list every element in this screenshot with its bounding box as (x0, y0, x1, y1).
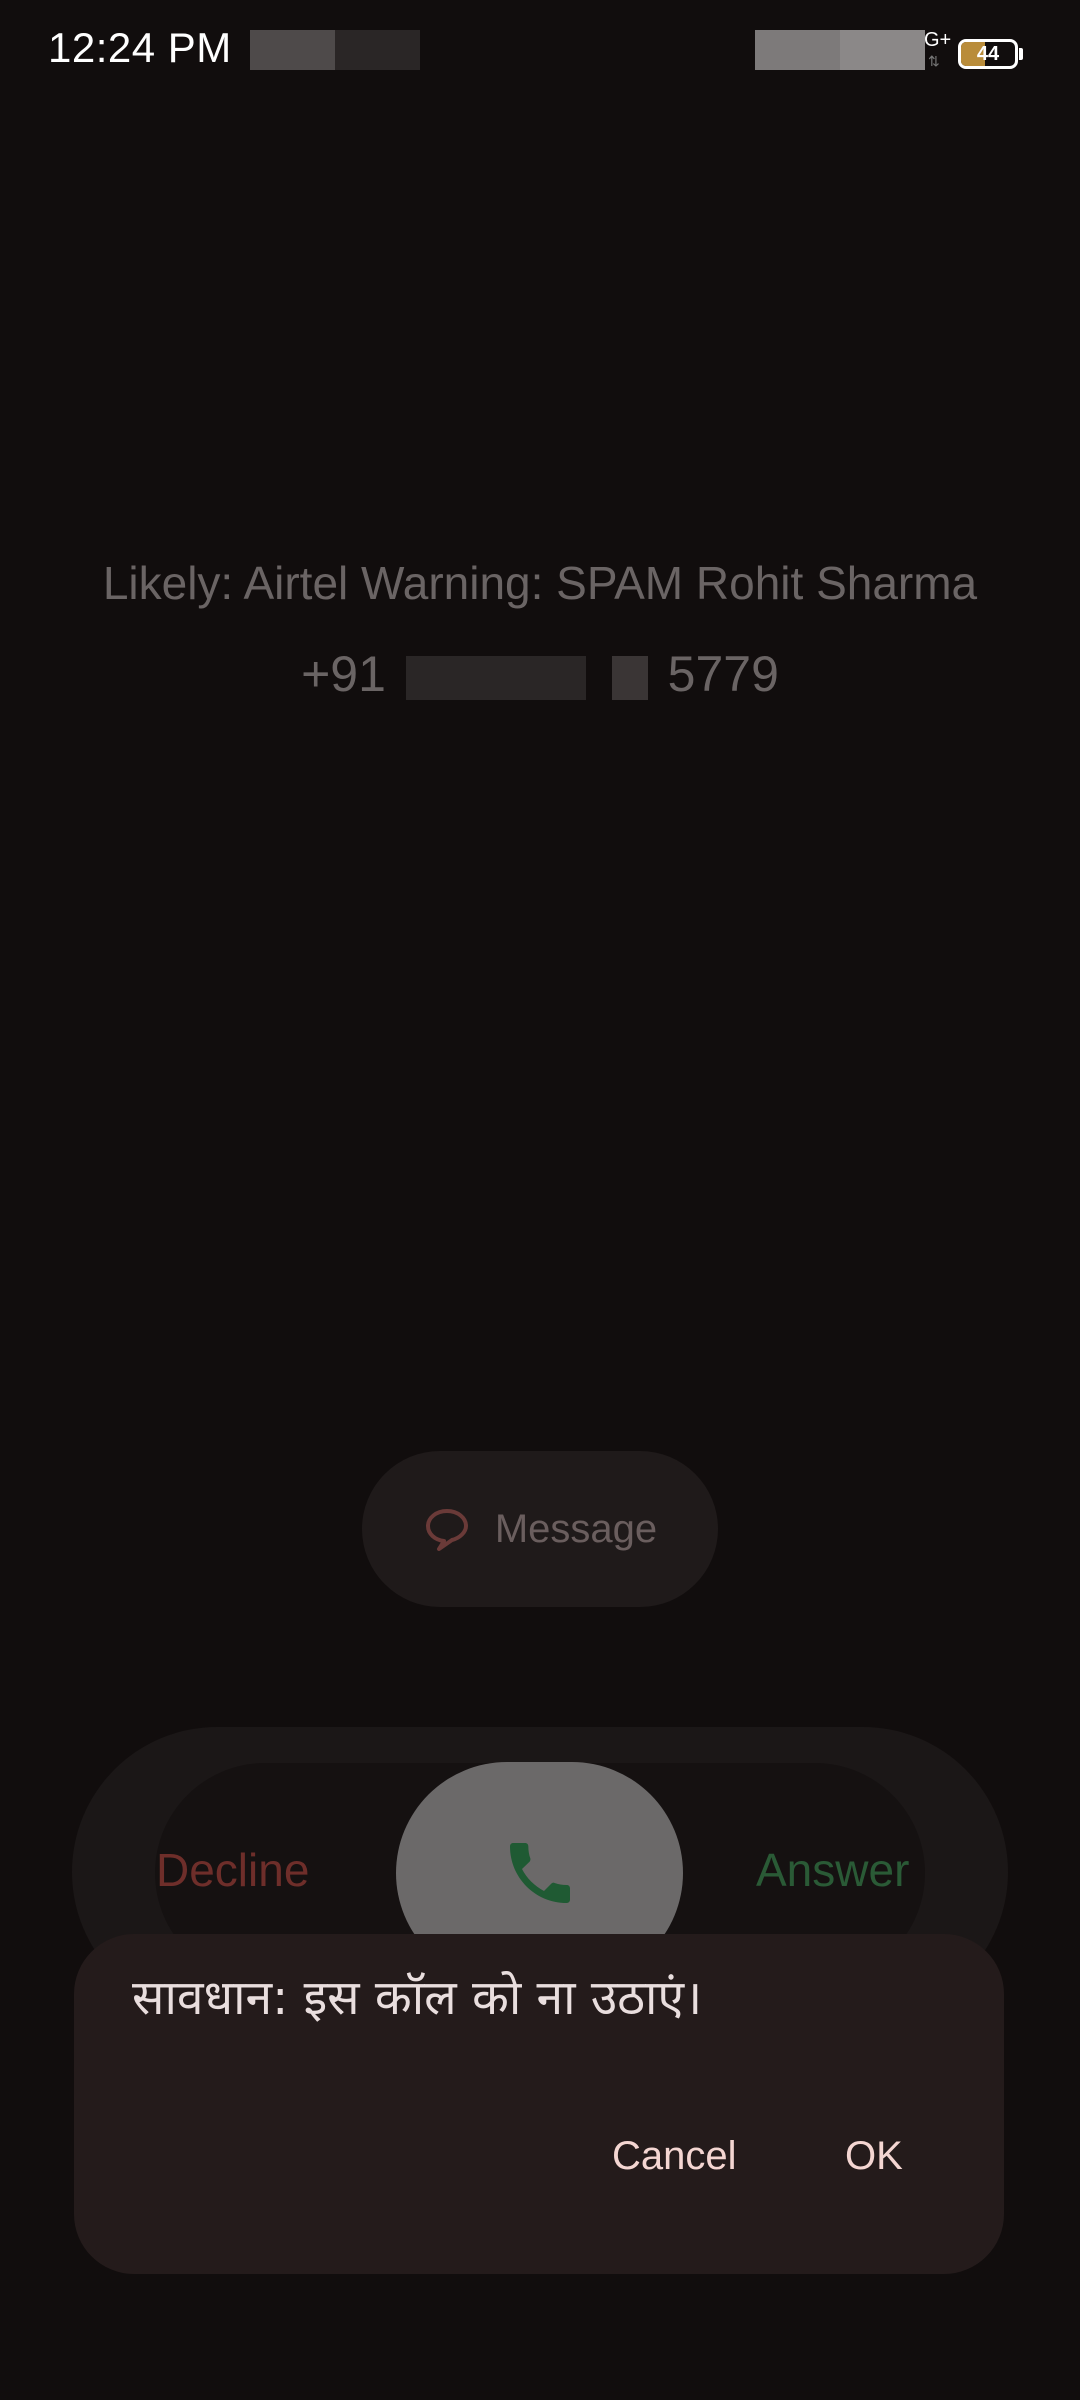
battery-tip (1019, 48, 1023, 60)
caller-number-suffix: 5779 (667, 646, 779, 702)
notification-icons-redacted (250, 30, 335, 70)
caller-number-prefix: +91 (301, 646, 386, 702)
answer-label[interactable]: Answer (756, 1843, 909, 1897)
signal-icon-redacted-2 (840, 30, 925, 70)
status-time: 12:24 PM (48, 24, 232, 71)
redacted-digits-2 (611, 655, 648, 700)
caller-name: Likely: Airtel Warning: SPAM Rohit Sharm… (102, 557, 978, 609)
notification-icons-redacted-2 (335, 30, 420, 70)
signal-icon-redacted (755, 30, 840, 70)
battery-level-text: 44 (976, 43, 1000, 65)
dialog-title: सावधान: इस कॉल को ना उठाएं। (132, 1970, 703, 2026)
cancel-button[interactable]: Cancel (612, 2134, 737, 2179)
decline-label[interactable]: Decline (156, 1843, 309, 1897)
caller-number: +91 5779 (0, 645, 1080, 703)
phone-icon (500, 1833, 580, 1913)
chat-bubble-icon (423, 1505, 471, 1553)
battery-icon: 44 (958, 39, 1018, 69)
incoming-call-screen: 12:24 PM G+ ⇅ 44 Likely: Airtel Warning:… (0, 0, 1080, 2400)
message-button[interactable]: Message (362, 1451, 718, 1607)
warning-dialog: सावधान: इस कॉल को ना उठाएं। Cancel OK (74, 1934, 1004, 2274)
status-bar: 12:24 PM G+ ⇅ 44 (0, 0, 1080, 100)
message-label: Message (494, 1506, 658, 1551)
network-type-label: G+ (924, 29, 952, 51)
data-activity-icon: ⇅ (928, 53, 940, 69)
redacted-digits (405, 655, 586, 700)
ok-button[interactable]: OK (845, 2134, 903, 2179)
